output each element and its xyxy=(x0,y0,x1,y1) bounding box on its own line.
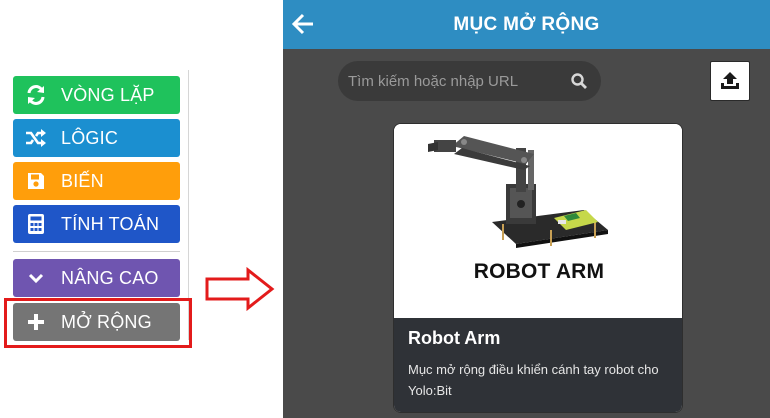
category-label: LÔGIC xyxy=(61,127,119,148)
upload-button[interactable] xyxy=(710,61,750,101)
calculator-icon xyxy=(23,213,49,235)
robot-arm-illustration xyxy=(428,136,608,248)
category-math-button[interactable]: TÍNH TOÁN xyxy=(13,205,180,243)
extension-image-label: ROBOT ARM xyxy=(473,260,605,283)
extension-description: Mục mở rộng điều khiển cánh tay robot ch… xyxy=(408,362,659,398)
loop-icon xyxy=(23,84,49,106)
category-logic-button[interactable]: LÔGIC xyxy=(13,119,180,157)
category-loops-button[interactable]: VÒNG LẶP xyxy=(13,76,180,114)
category-separator xyxy=(13,251,180,252)
category-label: NÂNG CAO xyxy=(61,267,159,288)
extension-info: Robot Arm Mục mở rộng điều khiển cánh ta… xyxy=(394,318,682,412)
extension-title: Robot Arm xyxy=(408,328,501,348)
back-button[interactable] xyxy=(289,10,317,38)
category-variables-button[interactable]: BIẾN xyxy=(13,162,180,200)
search-input[interactable] xyxy=(348,72,569,90)
category-toolbox: VÒNG LẶP LÔGIC BIẾN TÍNH TOÁN NÂNG CAO M… xyxy=(0,0,192,418)
upload-icon xyxy=(721,72,739,89)
extension-panel: MỤC MỞ RỘNG Tìm kiếm hoặc nhập URL ROBOT… xyxy=(283,0,770,418)
panel-title: MỤC MỞ RỘNG xyxy=(453,13,600,35)
category-advanced-button[interactable]: NÂNG CAO xyxy=(13,259,180,297)
extension-card-robot-arm[interactable]: ROBOT ARM Robot Arm Mục mở rộng điều khi… xyxy=(393,123,683,413)
category-label: BIẾN xyxy=(61,170,104,191)
category-label: TÍNH TOÁN xyxy=(61,213,160,234)
arrow-left-icon xyxy=(291,13,313,35)
highlight-box xyxy=(4,298,192,348)
arrow-right-icon xyxy=(205,267,275,311)
category-label: VÒNG LẶP xyxy=(61,84,155,105)
search-box xyxy=(338,61,601,101)
search-icon[interactable] xyxy=(569,71,589,91)
shuffle-icon xyxy=(23,127,49,149)
extension-image: ROBOT ARM xyxy=(394,124,682,318)
chevron-down-icon xyxy=(23,267,49,289)
panel-header: MỤC MỞ RỘNG xyxy=(283,0,770,49)
save-icon xyxy=(23,170,49,192)
